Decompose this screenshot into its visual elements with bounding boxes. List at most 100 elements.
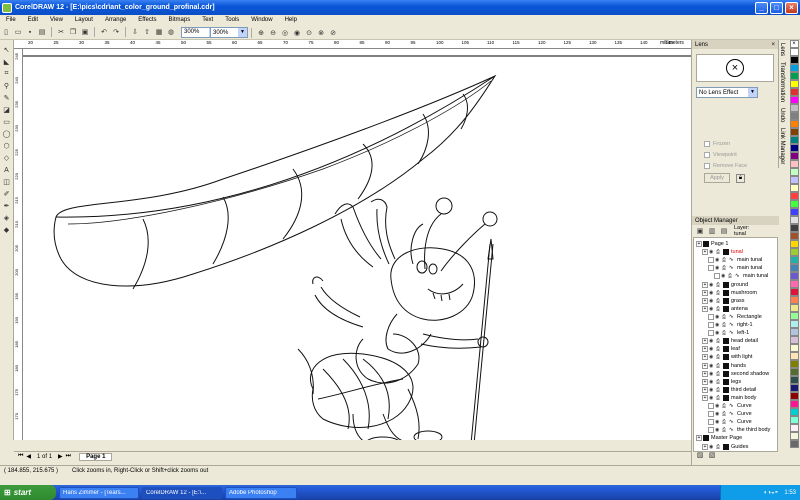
eyedropper-tool-icon[interactable]: ✐	[1, 189, 12, 200]
visibility-icon[interactable]: ◉	[709, 387, 715, 393]
expand-icon[interactable]	[708, 330, 714, 337]
color-swatch[interactable]	[789, 312, 799, 320]
zoom-selected-icon[interactable]: ◎	[280, 28, 290, 38]
visibility-icon[interactable]: ◉	[715, 411, 721, 417]
visibility-icon[interactable]: ◉	[709, 371, 715, 377]
print-icon[interactable]: ▤	[37, 27, 47, 37]
show-properties-icon[interactable]: ▣	[695, 226, 705, 236]
next-page-button[interactable]: ▶	[58, 453, 63, 460]
color-swatch[interactable]	[789, 440, 799, 448]
maximize-button[interactable]: □	[770, 1, 783, 14]
zoom-all-icon[interactable]: ◉	[292, 28, 302, 38]
chevron-down-icon[interactable]: ▼	[748, 88, 757, 97]
color-swatch[interactable]	[789, 344, 799, 352]
minimize-button[interactable]: _	[755, 1, 768, 14]
chevron-down-icon[interactable]: ▼	[238, 28, 247, 37]
expand-icon[interactable]	[708, 313, 714, 320]
ellipse-tool-icon[interactable]: ◯	[1, 129, 12, 140]
visibility-icon[interactable]: ◉	[715, 257, 721, 263]
expand-icon[interactable]: +	[702, 362, 708, 369]
color-swatch[interactable]	[789, 160, 799, 168]
expand-icon[interactable]: +	[702, 249, 708, 256]
tree-item[interactable]: ◉ ⎙ ∿ main tunal	[708, 256, 762, 264]
color-swatch[interactable]	[789, 200, 799, 208]
pick-tool-icon[interactable]: ↖	[1, 45, 12, 56]
docker-tab-link-manager[interactable]: Link Manager	[778, 125, 785, 168]
print-icon[interactable]: ⎙	[722, 257, 728, 263]
layer-manager-icon[interactable]: ▤	[719, 226, 729, 236]
visibility-icon[interactable]: ◉	[709, 338, 715, 344]
menu-item-effects[interactable]: Effects	[132, 17, 162, 23]
delete-icon[interactable]: ▧	[707, 450, 717, 460]
taskbar-task[interactable]: Adobe Photoshop	[225, 486, 297, 499]
color-swatch[interactable]	[789, 280, 799, 288]
first-page-button[interactable]: ⏮	[18, 453, 23, 460]
print-icon[interactable]: ⎙	[716, 282, 722, 288]
color-swatch[interactable]	[789, 104, 799, 112]
color-swatch[interactable]	[789, 96, 799, 104]
visibility-icon[interactable]: ◉	[709, 354, 715, 360]
print-icon[interactable]: ⎙	[716, 354, 722, 360]
color-swatch[interactable]	[789, 304, 799, 312]
new-document-icon[interactable]: ▯	[1, 27, 11, 37]
color-swatch[interactable]	[789, 88, 799, 96]
print-icon[interactable]: ⎙	[722, 403, 728, 409]
menu-item-help[interactable]: Help	[279, 17, 303, 23]
color-swatch[interactable]	[789, 264, 799, 272]
visibility-icon[interactable]: ◉	[709, 249, 715, 255]
checkbox[interactable]	[704, 162, 710, 169]
expand-icon[interactable]	[714, 273, 720, 280]
color-swatch[interactable]	[789, 128, 799, 136]
visibility-icon[interactable]: ◉	[709, 346, 715, 352]
color-swatch[interactable]	[789, 368, 799, 376]
print-icon[interactable]: ⎙	[722, 265, 728, 271]
expand-icon[interactable]: +	[696, 435, 702, 442]
expand-icon[interactable]	[708, 411, 714, 418]
color-swatch[interactable]	[789, 360, 799, 368]
visibility-icon[interactable]: ◉	[709, 363, 715, 369]
print-icon[interactable]: ⎙	[716, 298, 722, 304]
undo-icon[interactable]: ↶	[99, 27, 109, 37]
vertical-ruler[interactable]: 245 240 235 230 225 220 215 210 205 200 195 190 185 1…	[14, 49, 23, 440]
tree-item[interactable]: + Master Page	[696, 434, 742, 442]
taskbar-task[interactable]: CorelDRAW 12 - [E:\...	[142, 486, 222, 499]
color-swatch[interactable]	[789, 184, 799, 192]
text-tool-icon[interactable]: A	[1, 165, 12, 176]
tree-item[interactable]: ◉ ⎙ ∿ Curve	[708, 418, 752, 426]
lens-option-frozen[interactable]: Frozen	[704, 138, 778, 149]
color-swatch[interactable]	[789, 112, 799, 120]
color-swatch[interactable]	[789, 232, 799, 240]
color-swatch[interactable]	[789, 256, 799, 264]
expand-icon[interactable]: +	[702, 305, 708, 312]
expand-icon[interactable]	[708, 427, 714, 434]
checkbox[interactable]	[704, 140, 710, 147]
lens-option-remove-face[interactable]: Remove Face	[704, 160, 778, 171]
tree-item[interactable]: ◉ ⎙ ∿ Curve	[708, 402, 752, 410]
visibility-icon[interactable]: ◉	[715, 330, 721, 336]
tree-item[interactable]: ◉ ⎙ ∿ Curve	[708, 410, 752, 418]
color-swatch[interactable]	[789, 136, 799, 144]
visibility-icon[interactable]: ◉	[715, 265, 721, 271]
tree-item[interactable]: + ◉ ⎙ main body	[702, 394, 756, 402]
rectangle-tool-icon[interactable]: ▭	[1, 117, 12, 128]
docker-tab-transformation[interactable]: Transformation	[778, 59, 785, 106]
no-fill-swatch[interactable]: ×	[789, 40, 799, 48]
print-icon[interactable]: ⎙	[716, 249, 722, 255]
color-swatch[interactable]	[789, 208, 799, 216]
expand-icon[interactable]	[708, 265, 714, 272]
color-swatch[interactable]	[789, 72, 799, 80]
print-icon[interactable]: ⎙	[716, 346, 722, 352]
horizontal-ruler[interactable]: 20 25 30 35 40 45 50 55 60 65 70 75 80 85 90 95 100 105 11…	[14, 40, 691, 49]
tree-item[interactable]: + ◉ ⎙ tunal	[702, 248, 743, 256]
zoom-page-icon[interactable]: ⊙	[304, 28, 314, 38]
color-swatch[interactable]	[789, 248, 799, 256]
shape-tool-icon[interactable]: ◣	[1, 57, 12, 68]
page-tab[interactable]: Page 1	[79, 452, 113, 461]
expand-icon[interactable]: +	[696, 241, 702, 247]
menu-item-layout[interactable]: Layout	[69, 17, 99, 23]
lens-effect-select[interactable]: No Lens Effect ▼	[696, 87, 758, 98]
color-swatch[interactable]	[789, 392, 799, 400]
expand-icon[interactable]: +	[702, 378, 708, 385]
color-swatch[interactable]	[789, 272, 799, 280]
docker-tab-undo[interactable]: Undo	[778, 105, 785, 126]
